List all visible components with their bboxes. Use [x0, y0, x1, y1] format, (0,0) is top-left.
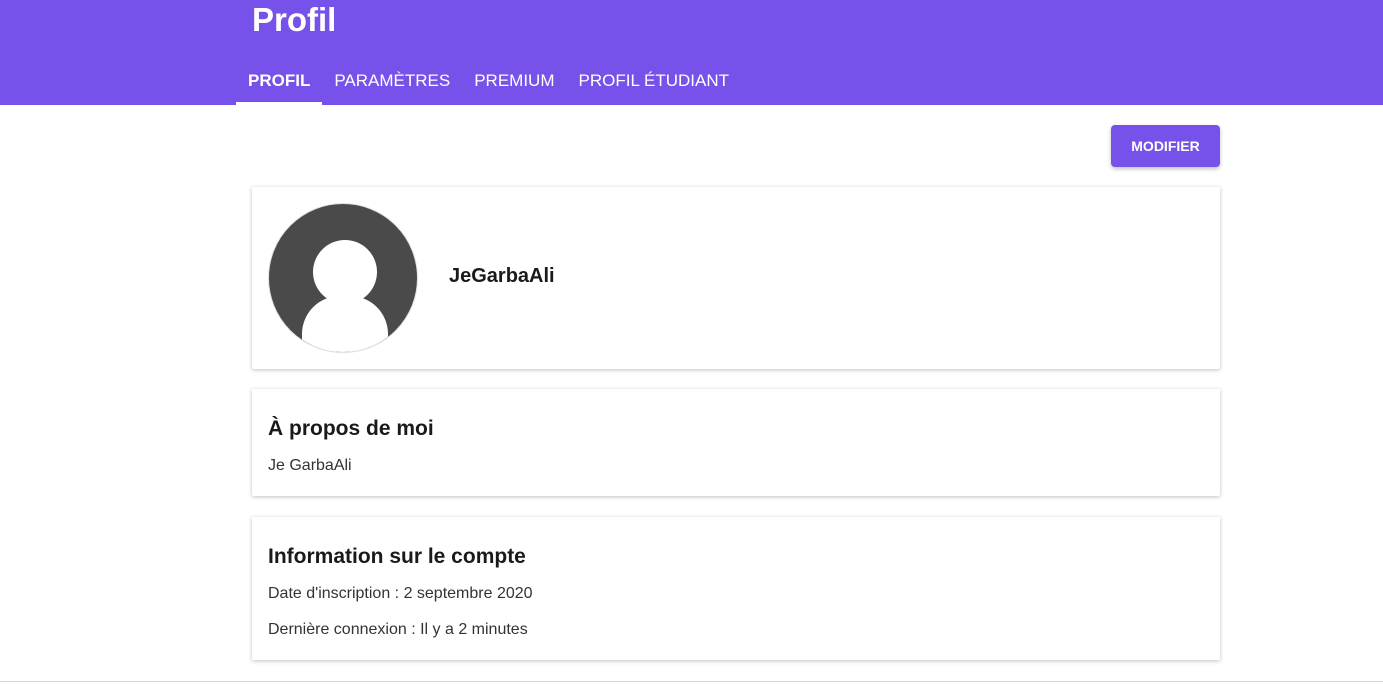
profile-tabs: PROFIL PARAMÈTRES PREMIUM PROFIL ÉTUDIAN…	[236, 56, 741, 105]
page-title: Profil	[252, 1, 337, 38]
about-text: Je GarbaAli	[268, 457, 352, 474]
about-card: À propos de moi Je GarbaAli	[252, 389, 1220, 496]
tab-premium[interactable]: PREMIUM	[462, 56, 566, 105]
about-title: À propos de moi	[268, 417, 434, 440]
tab-parametres[interactable]: PARAMÈTRES	[322, 56, 462, 105]
edit-profile-button[interactable]: MODIFIER	[1111, 125, 1220, 167]
signup-date: Date d'inscription : 2 septembre 2020	[268, 585, 533, 602]
tab-profil-etudiant[interactable]: PROFIL ÉTUDIANT	[567, 56, 742, 105]
avatar-body-shape	[302, 296, 388, 352]
username: JeGarbaAli	[449, 265, 555, 287]
avatar-head-shape	[313, 240, 377, 304]
tab-profil[interactable]: PROFIL	[236, 56, 323, 105]
page-divider	[0, 681, 1383, 682]
account-info-card: Information sur le compte Date d'inscrip…	[252, 517, 1220, 660]
default-user-avatar-icon	[268, 203, 418, 353]
account-info-title: Information sur le compte	[268, 545, 526, 568]
profile-card: JeGarbaAli	[252, 187, 1220, 369]
app-header: Profil PROFIL PARAMÈTRES PREMIUM PROFIL …	[0, 0, 1383, 105]
last-login: Dernière connexion : Il y a 2 minutes	[268, 621, 528, 638]
